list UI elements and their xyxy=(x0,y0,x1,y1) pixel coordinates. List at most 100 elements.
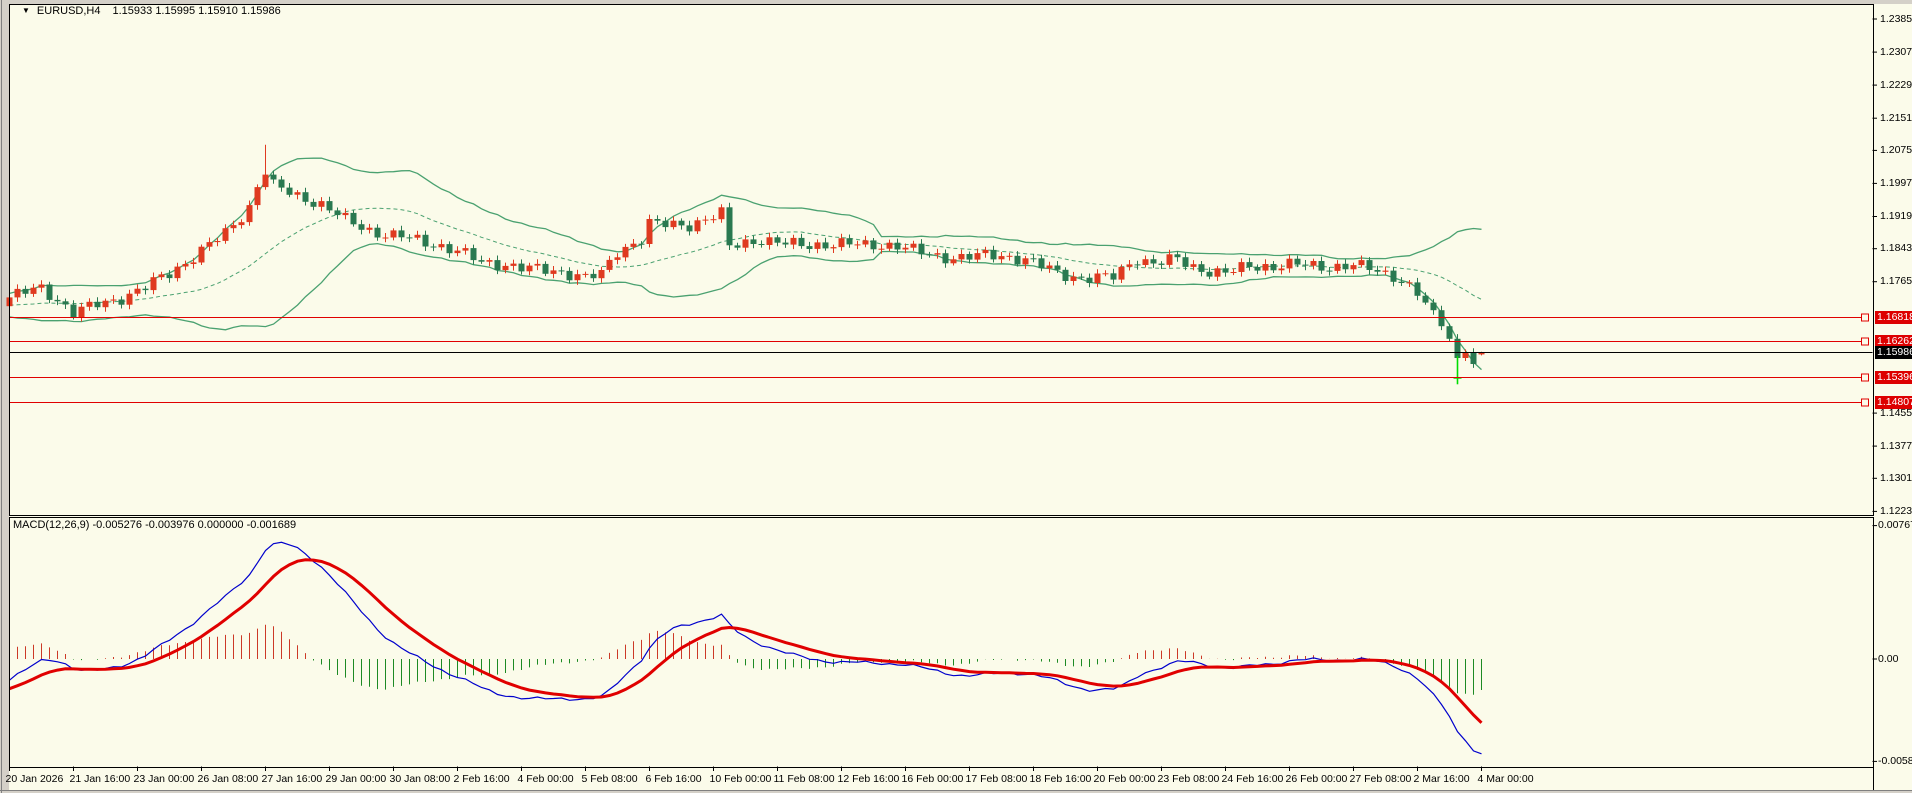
candle-body xyxy=(1295,259,1301,265)
candle-body xyxy=(143,289,149,290)
date-axis-label: 20 Feb 00:00 xyxy=(1094,773,1156,786)
date-axis-label: 6 Feb 16:00 xyxy=(646,773,702,786)
date-axis-label: 4 Mar 00:00 xyxy=(1478,773,1534,786)
candle-body xyxy=(1207,272,1213,277)
level-price-badge: 1.16818 xyxy=(1875,311,1912,324)
candle-body xyxy=(719,207,725,219)
line-anchor-square[interactable] xyxy=(1862,399,1869,406)
candle-body xyxy=(1127,264,1133,266)
candle-body xyxy=(1015,256,1021,265)
candle-body xyxy=(343,213,349,215)
date-axis-label: 20 Jan 2026 xyxy=(6,773,64,786)
date-axis-label: 29 Jan 00:00 xyxy=(326,773,387,786)
candle-body xyxy=(863,240,869,244)
candle-body xyxy=(191,262,197,264)
candle-body xyxy=(407,237,413,238)
candle-body xyxy=(671,221,677,227)
candle-body xyxy=(1351,265,1357,269)
bollinger-lower-band xyxy=(10,244,1482,370)
candle-body xyxy=(895,243,901,250)
candle-body xyxy=(335,210,341,215)
candle-body xyxy=(535,264,541,266)
line-anchor-square[interactable] xyxy=(1862,338,1869,345)
candle-body xyxy=(183,264,189,267)
candle-body xyxy=(903,248,909,250)
main-panel-border xyxy=(10,5,1874,516)
candle-body xyxy=(1223,268,1229,272)
price-axis-label: 1.13770 xyxy=(1880,440,1912,453)
candle-body xyxy=(1071,277,1077,281)
symbol-ohlc-line: ▼EURUSD,H41.15933 1.15995 1.15910 1.1598… xyxy=(22,5,281,17)
candle-body xyxy=(63,301,69,304)
date-axis-label: 23 Feb 08:00 xyxy=(1158,773,1220,786)
date-axis-label: 5 Feb 08:00 xyxy=(582,773,638,786)
candle-body xyxy=(1191,264,1197,267)
price-axis-label: 1.13010 xyxy=(1880,472,1912,485)
candle-body xyxy=(767,237,773,245)
candle-body xyxy=(135,289,141,294)
candle-body xyxy=(679,221,685,226)
candle-body xyxy=(775,237,781,242)
candle-body xyxy=(159,274,165,277)
candle-body xyxy=(919,244,925,255)
date-axis-label: 10 Feb 00:00 xyxy=(710,773,772,786)
candle-body xyxy=(1007,256,1013,257)
line-anchor-square[interactable] xyxy=(1862,374,1869,381)
candle-body xyxy=(927,254,933,255)
candle-body xyxy=(55,300,61,301)
candle-body xyxy=(1047,266,1053,269)
candle-body xyxy=(751,239,757,244)
date-axis-label: 12 Feb 16:00 xyxy=(838,773,900,786)
chart-window: ▼EURUSD,H41.15933 1.15995 1.15910 1.1598… xyxy=(0,0,1912,793)
candle-body xyxy=(487,260,493,262)
level-price-badge: 1.14807 xyxy=(1875,396,1912,409)
candle-body xyxy=(399,230,405,237)
date-axis-label: 24 Feb 16:00 xyxy=(1222,773,1284,786)
candle-body xyxy=(695,220,701,231)
candle-body xyxy=(1375,270,1381,272)
candle-body xyxy=(607,260,613,270)
candle-body xyxy=(527,266,533,272)
price-axis-label: 1.19190 xyxy=(1880,210,1912,223)
candle-body xyxy=(255,187,261,205)
symbol-dropdown-icon[interactable]: ▼ xyxy=(22,6,30,15)
candle-body xyxy=(1111,273,1117,279)
candle-body xyxy=(1167,254,1173,265)
price-axis-label: 1.18430 xyxy=(1880,242,1912,255)
candle-body xyxy=(1439,310,1445,326)
candle-body xyxy=(1343,264,1349,270)
candle-body xyxy=(855,244,861,245)
candle-body xyxy=(423,235,429,247)
candle-body xyxy=(311,202,317,207)
candle-body xyxy=(1287,259,1293,269)
candle-body xyxy=(287,188,293,195)
candle-body xyxy=(847,238,853,244)
line-anchor-square[interactable] xyxy=(1862,314,1869,321)
candle-body xyxy=(87,302,93,307)
candle-body xyxy=(231,225,237,228)
candle-body xyxy=(1143,259,1149,265)
candle-body xyxy=(1183,257,1189,267)
candle-body xyxy=(439,244,445,247)
candle-body xyxy=(887,243,893,249)
candle-body xyxy=(303,192,309,202)
candle-body xyxy=(1119,267,1125,280)
candle-body xyxy=(1279,269,1285,271)
candle-body xyxy=(327,201,333,210)
candle-body xyxy=(351,213,357,224)
candle-body xyxy=(663,221,669,227)
date-axis-label: 2 Mar 16:00 xyxy=(1414,773,1470,786)
candle-body xyxy=(479,260,485,262)
candle-body xyxy=(831,247,837,248)
price-axis-label: 1.17650 xyxy=(1880,275,1912,288)
candle-body xyxy=(1175,254,1181,257)
date-axis-label: 21 Jan 16:00 xyxy=(70,773,131,786)
candle-body xyxy=(783,243,789,245)
candle-body xyxy=(71,305,77,318)
candle-body xyxy=(879,249,885,250)
price-axis-label: 1.23850 xyxy=(1880,13,1912,26)
candle-body xyxy=(1023,258,1029,264)
candle-body xyxy=(103,301,109,308)
price-axis-label: 1.22290 xyxy=(1880,79,1912,92)
candle-body xyxy=(431,247,437,248)
